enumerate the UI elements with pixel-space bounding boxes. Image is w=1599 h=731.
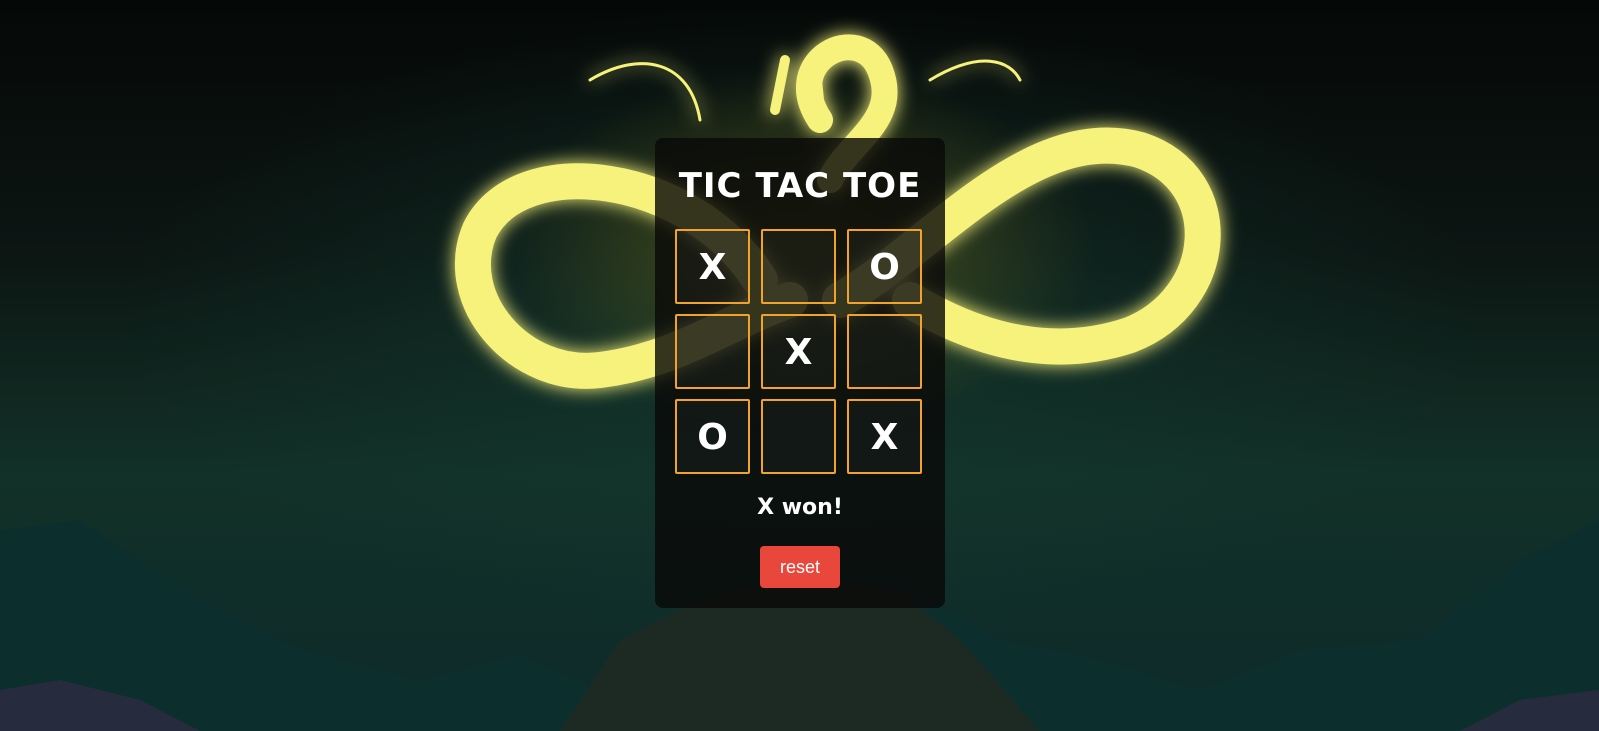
board-cell-8[interactable]	[761, 399, 836, 474]
game-title: TIC TAC TOE	[678, 166, 922, 206]
board-cell-1[interactable]: X	[675, 229, 750, 304]
board-cell-3[interactable]: O	[847, 229, 922, 304]
game-board: X O X O X	[675, 229, 925, 479]
board-cell-2[interactable]	[761, 229, 836, 304]
board-cell-4[interactable]	[675, 314, 750, 389]
board-cell-6[interactable]	[847, 314, 922, 389]
board-cell-5[interactable]: X	[761, 314, 836, 389]
board-cell-9[interactable]: X	[847, 399, 922, 474]
game-panel: TIC TAC TOE X O X O X X won! reset	[655, 138, 945, 608]
game-status: X won!	[757, 495, 843, 520]
reset-button[interactable]: reset	[760, 546, 840, 588]
board-cell-7[interactable]: O	[675, 399, 750, 474]
